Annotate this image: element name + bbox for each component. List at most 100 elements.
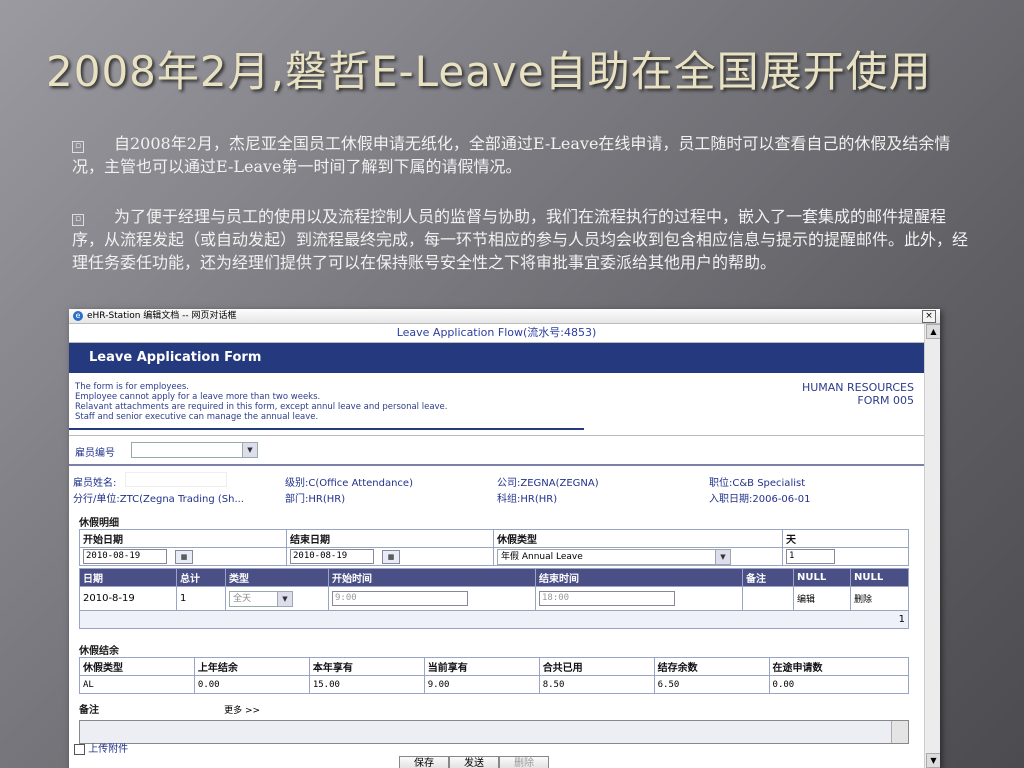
balance-cell: 0.00 bbox=[768, 675, 910, 694]
edit-link[interactable]: 编辑 bbox=[793, 586, 851, 611]
balance-section: 休假结余 休假类型 上年结余 本年享有 当前享有 合共已用 结存余数 在途申请数… bbox=[79, 642, 910, 694]
row-date: 2010-8-19 bbox=[79, 586, 177, 611]
remarks-section: 备注 更多 >> bbox=[79, 698, 909, 744]
balance-header: 当前享有 bbox=[423, 657, 540, 676]
branch: 分行/单位:ZTC(Zegna Trading (Sh... bbox=[73, 494, 244, 505]
attach-checkbox[interactable] bbox=[74, 743, 85, 755]
delete-button[interactable]: 删除 bbox=[499, 756, 549, 768]
col-start-time: 开始时间 bbox=[328, 568, 536, 587]
remarks-textarea[interactable] bbox=[79, 720, 909, 744]
balance-cell: 15.00 bbox=[308, 675, 425, 694]
note-line: Staff and senior executive can manage th… bbox=[75, 412, 319, 422]
send-button[interactable]: 发送 bbox=[449, 756, 499, 768]
department: 部门:HR(HR) bbox=[285, 494, 346, 505]
col-null-1: NULL bbox=[793, 568, 851, 587]
balance-header: 休假类型 bbox=[79, 657, 195, 676]
bullet-icon: ▫ bbox=[72, 214, 84, 226]
leave-day-table: 日期 总计 类型 开始时间 结束时间 备注 NULL NULL 2010-8-1… bbox=[79, 568, 909, 629]
day-type-select[interactable]: 全天 ▼ bbox=[229, 590, 293, 607]
col-null-2: NULL bbox=[850, 568, 909, 587]
row-remark bbox=[742, 586, 794, 611]
days-input[interactable]: 1 bbox=[786, 549, 835, 564]
chevron-down-icon[interactable]: ▼ bbox=[242, 443, 257, 457]
col-total: 总计 bbox=[176, 568, 226, 587]
col-remark: 备注 bbox=[742, 568, 794, 587]
note-line: Relavant attachments are required in thi… bbox=[75, 402, 448, 412]
company: 公司:ZEGNA(ZEGNA) bbox=[497, 478, 599, 489]
leave-input-table: 开始日期 结束日期 休假类型 天 2010-08-19 ▦ 2010-08-19 ▦… bbox=[79, 529, 909, 566]
leave-type-select[interactable]: 年假 Annual Leave ▼ bbox=[497, 548, 731, 565]
divider bbox=[69, 428, 584, 430]
leave-type-header: 休假类型 bbox=[493, 529, 783, 548]
dialog-content: Leave Application Flow(流水号:4853) Leave A… bbox=[69, 324, 924, 768]
paragraph-2-text: 为了便于经理与员工的使用以及流程控制人员的监督与协助，我们在流程执行的过程中，嵌… bbox=[72, 207, 969, 272]
close-button[interactable]: × bbox=[922, 310, 936, 323]
balance-header: 本年享有 bbox=[308, 657, 425, 676]
employee-name-label: 雇员姓名: bbox=[73, 478, 117, 489]
employee-name-field bbox=[125, 472, 227, 487]
balance-header: 在途申请数 bbox=[768, 657, 910, 676]
scroll-up-icon[interactable]: ▲ bbox=[926, 324, 940, 339]
chevron-down-icon[interactable]: ▼ bbox=[277, 591, 292, 606]
end-date-input[interactable]: 2010-08-19 bbox=[290, 549, 374, 564]
calendar-icon[interactable]: ▦ bbox=[175, 549, 193, 564]
attach-label: 上传附件 bbox=[88, 744, 129, 755]
table-row: AL 0.00 15.00 9.00 8.50 6.50 0.00 bbox=[79, 675, 910, 694]
bullet-icon: ▫ bbox=[72, 141, 84, 153]
remarks-scrollbar[interactable] bbox=[891, 721, 908, 743]
day-type-value: 全天 bbox=[233, 593, 252, 604]
save-button[interactable]: 保存 bbox=[399, 756, 449, 768]
leave-type-value: 年假 Annual Leave bbox=[501, 551, 583, 562]
browser-icon: e bbox=[73, 311, 83, 321]
days-header: 天 bbox=[782, 529, 909, 548]
form-notes: The form is for employees. Employee cann… bbox=[69, 382, 584, 430]
hr-form-code: HUMAN RESOURCES FORM 005 bbox=[802, 381, 914, 407]
delete-link[interactable]: 删除 bbox=[850, 586, 909, 611]
hr-line-1: HUMAN RESOURCES bbox=[801, 381, 914, 394]
balance-header: 结存余数 bbox=[653, 657, 770, 676]
note-line: Employee cannot apply for a leave more t… bbox=[75, 392, 321, 402]
paragraph-1-text: 自2008年2月，杰尼亚全国员工休假申请无纸化，全部通过E-Leave在线申请，… bbox=[72, 134, 951, 176]
form-info: The form is for employees. Employee cann… bbox=[69, 373, 924, 436]
end-time-input[interactable]: 18:00 bbox=[539, 591, 675, 606]
flow-number: Leave Application Flow(流水号:4853) bbox=[69, 324, 924, 343]
balance-cell: 8.50 bbox=[538, 675, 655, 694]
scroll-down-icon[interactable]: ▼ bbox=[926, 753, 940, 768]
paragraph-1: ▫ 自2008年2月，杰尼亚全国员工休假申请无纸化，全部通过E-Leave在线申请… bbox=[72, 132, 972, 178]
start-time-input[interactable]: 9:00 bbox=[332, 591, 468, 606]
vertical-scrollbar[interactable]: ▲ ▼ bbox=[924, 324, 940, 768]
attachment-row: 上传附件 bbox=[74, 740, 128, 755]
employee-number-row: 雇员编号 ▼ bbox=[69, 436, 924, 466]
col-type: 类型 bbox=[225, 568, 329, 587]
balance-title: 休假结余 bbox=[79, 646, 119, 657]
calendar-icon[interactable]: ▦ bbox=[382, 549, 400, 564]
dialog-window: e eHR-Station 编辑文档 -- 网页对话框 × Leave Appli… bbox=[69, 309, 940, 768]
dialog-titlebar[interactable]: e eHR-Station 编辑文档 -- 网页对话框 × bbox=[69, 309, 940, 324]
col-end-time: 结束时间 bbox=[535, 568, 743, 587]
balance-table: 休假类型 上年结余 本年享有 当前享有 合共已用 结存余数 在途申请数 AL 0… bbox=[79, 657, 910, 694]
chevron-down-icon[interactable]: ▼ bbox=[715, 549, 730, 564]
paragraph-2: ▫ 为了便于经理与员工的使用以及流程控制人员的监督与协助，我们在流程执行的过程中，… bbox=[72, 205, 972, 274]
remarks-label: 备注 bbox=[79, 705, 99, 716]
more-link[interactable]: 更多 >> bbox=[224, 706, 260, 716]
row-total: 1 bbox=[176, 586, 226, 611]
balance-cell: 6.50 bbox=[653, 675, 770, 694]
form-header: Leave Application Form bbox=[69, 343, 924, 373]
level: 级别:C(Office Attendance) bbox=[285, 478, 413, 489]
section: 科组:HR(HR) bbox=[497, 494, 558, 505]
balance-header: 上年结余 bbox=[193, 657, 310, 676]
button-bar: 保存 发送 删除 bbox=[399, 751, 549, 768]
slide-title: 2008年2月,磐哲E-Leave自助在全国展开使用 bbox=[46, 47, 932, 96]
leave-detail-section: 休假明细 开始日期 结束日期 休假类型 天 2010-08-19 ▦ 2010-0… bbox=[79, 514, 909, 629]
balance-cell: AL bbox=[79, 675, 195, 694]
join-date: 入职日期:2006-06-01 bbox=[709, 494, 811, 505]
start-date-input[interactable]: 2010-08-19 bbox=[83, 549, 167, 564]
sum-total: 1 bbox=[79, 610, 909, 629]
employee-number-select[interactable]: ▼ bbox=[131, 442, 258, 458]
col-date: 日期 bbox=[79, 568, 177, 587]
position: 职位:C&B Specialist bbox=[709, 478, 806, 489]
hr-line-2: FORM 005 bbox=[857, 394, 914, 407]
note-line: The form is for employees. bbox=[75, 382, 189, 392]
end-date-header: 结束日期 bbox=[286, 529, 494, 548]
balance-cell: 9.00 bbox=[423, 675, 540, 694]
